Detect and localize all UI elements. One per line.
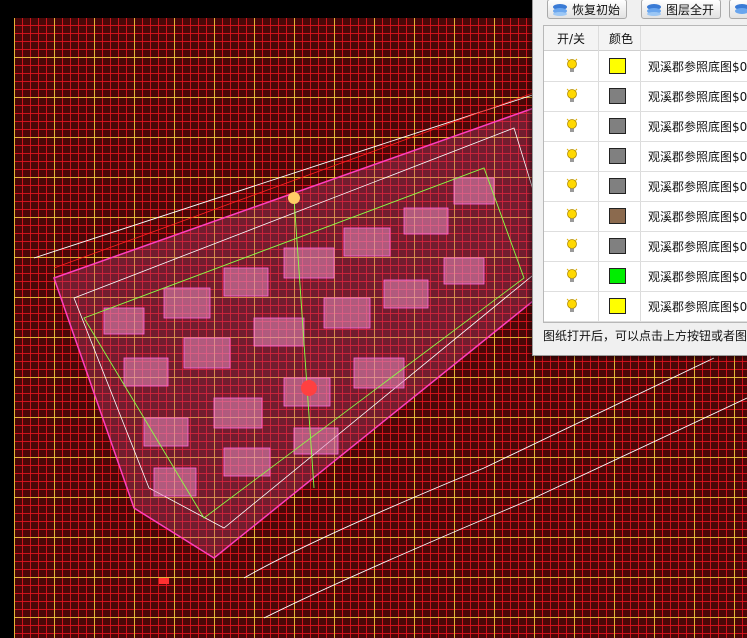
layer-row[interactable]: 观溪郡参照底图$0 — [544, 201, 747, 232]
layer-name: 观溪郡参照底图$0 — [648, 150, 747, 164]
layer-row[interactable]: 观溪郡参照底图$0 — [544, 291, 747, 322]
column-header-onoff: 开/关 — [557, 32, 586, 46]
layer-color-swatch[interactable] — [609, 58, 626, 74]
layers-icon — [735, 4, 747, 14]
layer-color-swatch[interactable] — [609, 118, 626, 134]
layer-row[interactable]: 观溪郡参照底图$0 — [544, 111, 747, 142]
more-toolbar-button[interactable] — [729, 0, 747, 19]
layer-color-swatch[interactable] — [609, 298, 626, 314]
restore-defaults-button[interactable]: 恢复初始 — [547, 0, 628, 19]
lightbulb-icon[interactable] — [566, 118, 578, 134]
status-hint: 图纸打开后，可以点击上方按钮或者图 — [543, 329, 747, 343]
layer-row[interactable]: 观溪郡参照底图$0 — [544, 51, 747, 82]
layer-name: 观溪郡参照底图$0 — [648, 300, 747, 314]
lightbulb-icon[interactable] — [566, 148, 578, 164]
layer-color-swatch[interactable] — [609, 268, 626, 284]
lightbulb-icon[interactable] — [566, 268, 578, 284]
layers-icon — [647, 4, 661, 16]
layer-name: 观溪郡参照底图$0 — [648, 210, 747, 224]
all-layers-on-button[interactable]: 图层全开 — [641, 0, 722, 19]
layer-color-swatch[interactable] — [609, 238, 626, 254]
layers-icon — [553, 4, 567, 16]
layer-row[interactable]: 观溪郡参照底图$0 — [544, 231, 747, 262]
layer-name: 观溪郡参照底图$0 — [648, 240, 747, 254]
layer-color-swatch[interactable] — [609, 178, 626, 194]
layer-name: 观溪郡参照底图$0 — [648, 120, 747, 134]
layer-table: 开/关 颜色 观溪郡参照底图$0 观溪郡参照底图$0 观溪郡参照底图$0 观溪郡参照底… — [543, 25, 747, 323]
lightbulb-icon[interactable] — [566, 208, 578, 224]
layer-name: 观溪郡参照底图$0 — [648, 60, 747, 74]
lightbulb-icon[interactable] — [566, 88, 578, 104]
layer-color-swatch[interactable] — [609, 148, 626, 164]
lightbulb-icon[interactable] — [566, 178, 578, 194]
layer-name: 观溪郡参照底图$0 — [648, 90, 747, 104]
layer-row[interactable]: 观溪郡参照底图$0 — [544, 141, 747, 172]
all-layers-on-label: 图层全开 — [666, 3, 715, 17]
lightbulb-icon[interactable] — [566, 58, 578, 74]
layer-name: 观溪郡参照底图$0 — [648, 270, 747, 284]
lightbulb-icon[interactable] — [566, 238, 578, 254]
layer-color-swatch[interactable] — [609, 88, 626, 104]
column-header-color: 颜色 — [609, 32, 634, 46]
layer-name: 观溪郡参照底图$0 — [648, 180, 747, 194]
layer-row[interactable]: 观溪郡参照底图$0 — [544, 171, 747, 202]
layer-row[interactable]: 观溪郡参照底图$0 — [544, 261, 747, 292]
layer-color-swatch[interactable] — [609, 208, 626, 224]
layer-row[interactable]: 观溪郡参照底图$0 — [544, 81, 747, 112]
layer-panel: 恢复初始 图层全开 开/关 颜色 观溪郡参照底图$0 观溪郡参照底图$0 观溪郡参照… — [532, 0, 747, 356]
layer-table-header: 开/关 颜色 — [544, 26, 747, 51]
lightbulb-icon[interactable] — [566, 298, 578, 314]
restore-defaults-label: 恢复初始 — [572, 3, 621, 17]
layer-toolbar: 恢复初始 图层全开 — [533, 0, 747, 23]
